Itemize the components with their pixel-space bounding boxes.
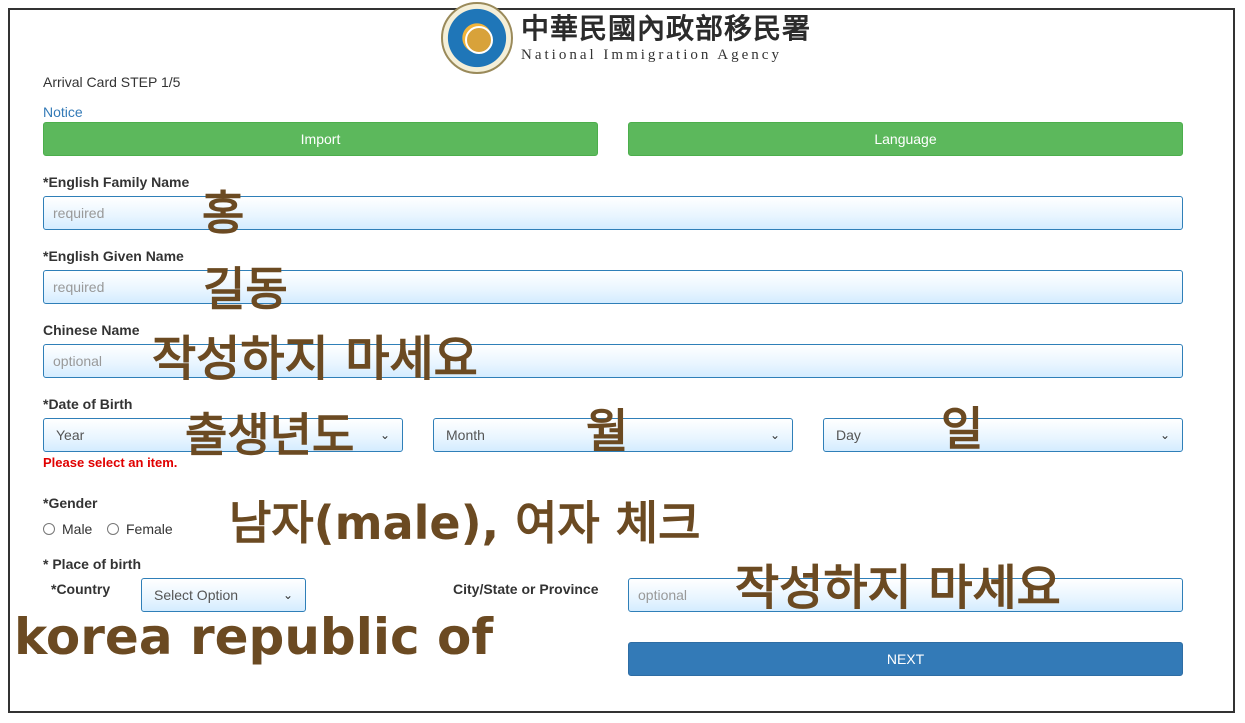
chevron-down-icon: ⌄ <box>769 428 780 442</box>
chevron-down-icon: ⌄ <box>282 588 293 602</box>
dob-day-value: Day <box>836 427 861 443</box>
gender-female-label: Female <box>126 521 173 537</box>
annotation-month: 월 <box>586 404 629 458</box>
agency-subtitle-en: National Immigration Agency <box>521 46 782 63</box>
agency-header: 中華民國內政部移民署 National Immigration Agency <box>441 2 811 74</box>
gender-female-option[interactable]: Female <box>107 521 173 537</box>
chinese-name-label: Chinese Name <box>43 322 140 338</box>
dob-label: *Date of Birth <box>43 396 133 412</box>
gender-male-option[interactable]: Male <box>43 521 92 537</box>
dob-year-value: Year <box>56 427 85 443</box>
radio-circle-icon[interactable] <box>43 523 55 535</box>
import-button[interactable]: Import <box>43 122 598 156</box>
city-label: City/State or Province <box>453 581 599 597</box>
dob-error-message: Please select an item. <box>43 455 178 470</box>
chevron-down-icon: ⌄ <box>379 428 390 442</box>
chevron-down-icon: ⌄ <box>1159 428 1170 442</box>
annotation-day: 일 <box>941 402 984 456</box>
dob-month-value: Month <box>446 427 485 443</box>
country-value: Select Option <box>154 587 239 603</box>
annotation-gender: 남자(male), 여자 체크 <box>229 496 701 550</box>
annotation-country: korea republic of <box>14 608 494 666</box>
annotation-given-name: 길동 <box>203 262 288 316</box>
language-button[interactable]: Language <box>628 122 1183 156</box>
step-label: Arrival Card STEP 1/5 <box>43 74 181 90</box>
gender-male-label: Male <box>62 521 93 537</box>
radio-circle-icon[interactable] <box>107 523 119 535</box>
country-select[interactable]: Select Option ⌄ <box>141 578 306 612</box>
next-button[interactable]: NEXT <box>628 642 1183 676</box>
family-name-label: *English Family Name <box>43 174 190 190</box>
country-label: *Country <box>51 581 111 597</box>
dob-day-select[interactable]: Day ⌄ <box>823 418 1183 452</box>
annotation-family-name: 홍 <box>202 186 245 240</box>
immigration-agency-seal-icon <box>441 2 513 74</box>
annotation-city: 작성하지 마세요 <box>735 560 1061 616</box>
agency-title-zh: 中華民國內政部移民署 <box>521 11 812 45</box>
annotation-year: 출생년도 <box>185 408 355 462</box>
annotation-chinese-name: 작성하지 마세요 <box>152 331 478 387</box>
place-of-birth-label: * Place of birth <box>43 556 142 572</box>
given-name-label: *English Given Name <box>43 248 184 264</box>
gender-label: *Gender <box>43 495 98 511</box>
notice-link[interactable]: Notice <box>43 104 83 120</box>
